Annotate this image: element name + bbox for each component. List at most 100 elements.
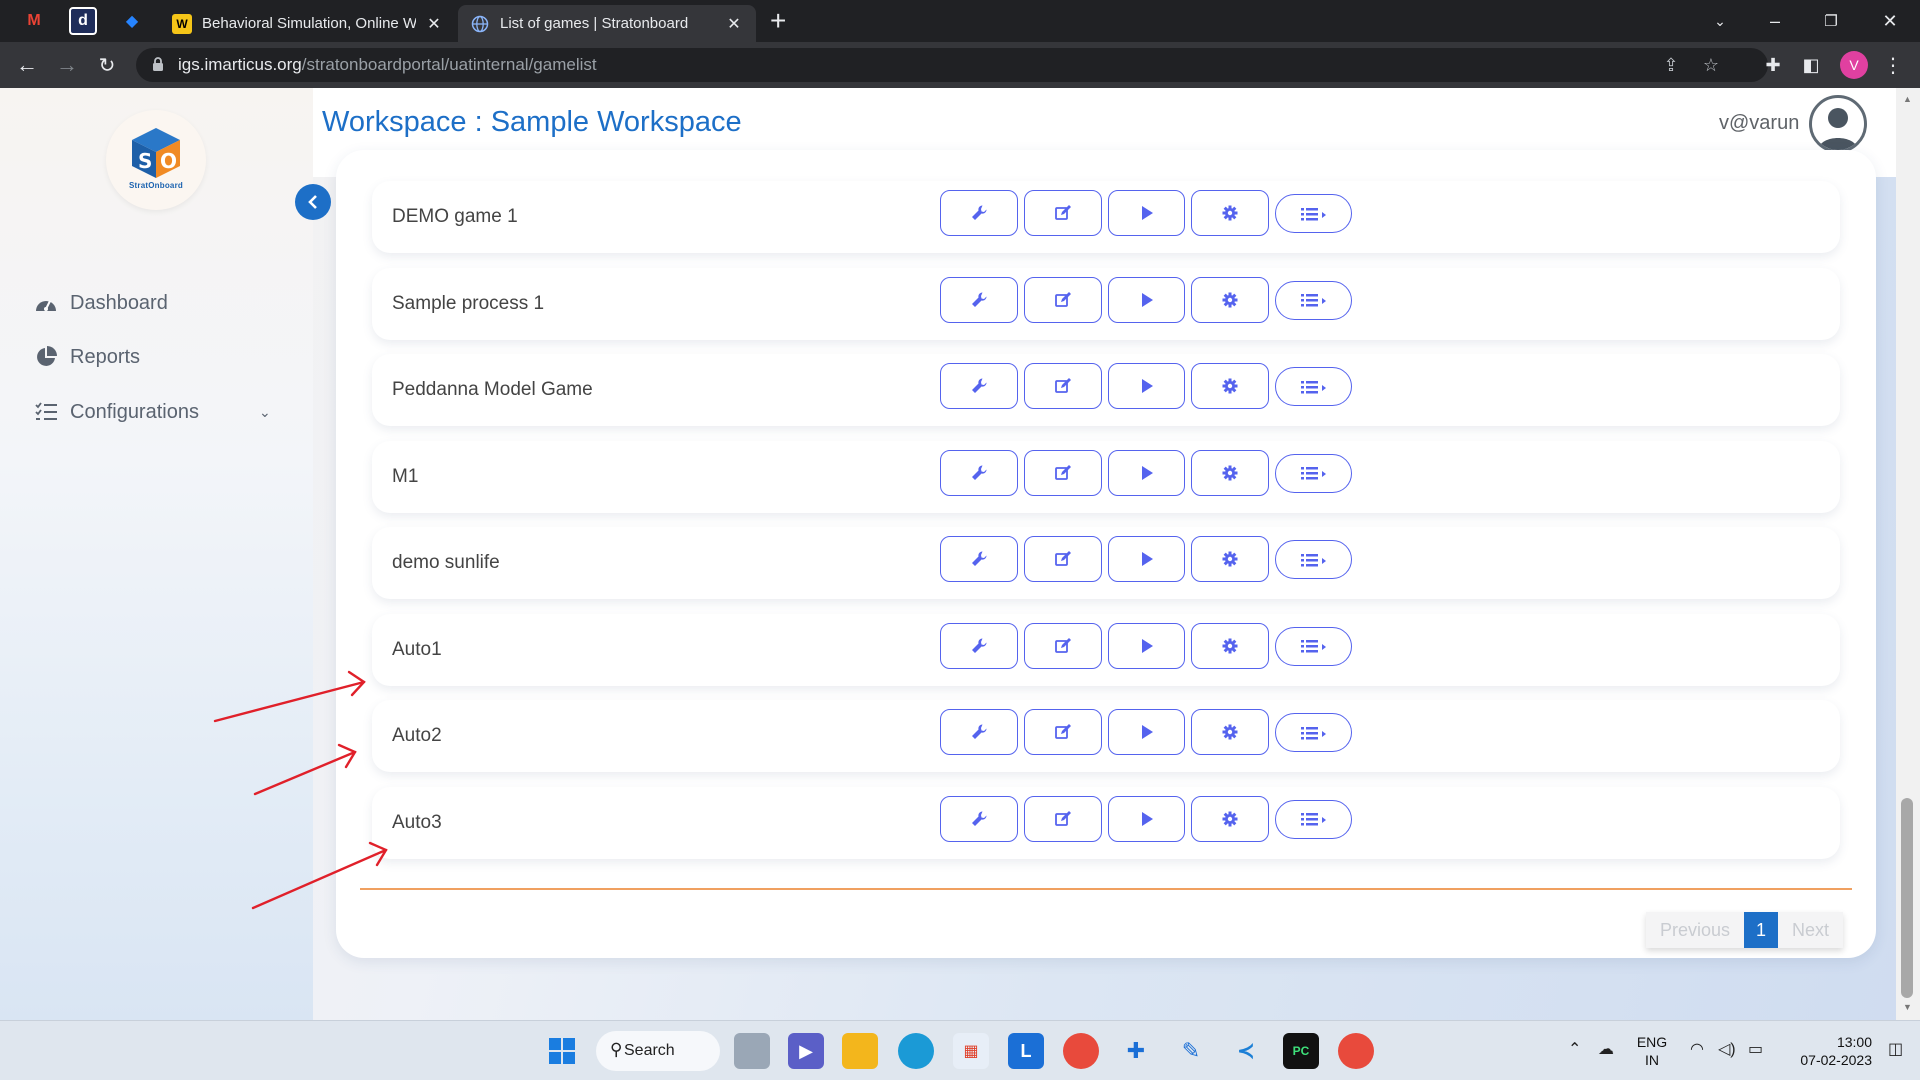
game-settings-button[interactable] (1191, 709, 1269, 755)
play-game-button[interactable] (1108, 709, 1185, 755)
game-options-dropdown[interactable] (1275, 194, 1352, 233)
configure-game-button[interactable] (940, 795, 1018, 842)
game-options-dropdown[interactable] (1275, 280, 1352, 320)
address-bar[interactable]: igs.imarticus.org/stratonboardportal/uat… (136, 48, 1768, 82)
game-options-dropdown[interactable] (1275, 799, 1352, 839)
scroll-up-icon[interactable]: ▲ (1903, 94, 1912, 104)
language-indicator[interactable]: ENG IN (1636, 1033, 1668, 1069)
taskbar-search[interactable]: ⚲ Search (596, 1031, 720, 1071)
edit-game-button[interactable] (1024, 622, 1102, 669)
tab-behavioral-simulation[interactable]: W Behavioral Simulation, Online Wh ✕ (160, 5, 456, 42)
game-options-dropdown[interactable] (1275, 713, 1352, 752)
play-game-button[interactable] (1108, 536, 1185, 582)
close-window-button[interactable]: ✕ (1862, 0, 1918, 42)
game-settings-button[interactable] (1191, 449, 1269, 496)
game-options-dropdown[interactable] (1275, 453, 1352, 493)
edit-game-button[interactable] (1024, 190, 1102, 236)
minimize-button[interactable]: – (1747, 0, 1803, 42)
scroll-down-icon[interactable]: ▼ (1903, 1002, 1912, 1012)
page-scrollbar[interactable]: ▲ ▼ (1896, 88, 1920, 1020)
extensions-icon[interactable]: ✚ (1758, 50, 1788, 80)
onedrive-icon[interactable]: ☁ (1598, 1039, 1614, 1059)
back-button[interactable]: ← (12, 50, 42, 80)
windows-start-icon[interactable] (544, 1033, 580, 1069)
play-game-button[interactable] (1108, 363, 1185, 409)
sidebar-item-configurations[interactable]: Configurations ⌄ (34, 397, 284, 427)
configure-game-button[interactable] (940, 276, 1018, 323)
game-settings-button[interactable] (1191, 622, 1269, 669)
system-clock[interactable]: 13:00 07-02-2023 (1780, 1033, 1872, 1069)
edit-game-button[interactable] (1024, 449, 1102, 496)
scrollbar-thumb[interactable] (1901, 798, 1913, 998)
close-tab-icon[interactable]: ✕ (724, 14, 744, 34)
l-app-icon[interactable]: L (1008, 1033, 1044, 1069)
restore-button[interactable]: ❐ (1803, 0, 1859, 42)
d-icon[interactable]: d (69, 7, 97, 35)
edge-icon[interactable] (898, 1033, 934, 1069)
avatar[interactable] (1809, 95, 1867, 153)
play-game-button[interactable] (1108, 449, 1185, 496)
edit-game-button[interactable] (1024, 363, 1102, 409)
tab-search-icon[interactable]: ⌄ (1692, 0, 1748, 42)
gmail-icon[interactable]: M (20, 7, 48, 35)
configure-game-button[interactable] (940, 363, 1018, 409)
game-options-dropdown[interactable] (1275, 540, 1352, 579)
configure-game-button[interactable] (940, 449, 1018, 496)
edit-game-button[interactable] (1024, 536, 1102, 582)
play-game-button[interactable] (1108, 622, 1185, 669)
play-game-button[interactable] (1108, 190, 1185, 236)
document-app-icon[interactable]: ✎ (1173, 1033, 1209, 1069)
battery-icon[interactable]: ▭ (1748, 1039, 1763, 1059)
game-settings-button[interactable] (1191, 795, 1269, 842)
sidebar-item-reports[interactable]: Reports (34, 342, 140, 372)
profile-avatar[interactable]: V (1840, 51, 1868, 79)
game-settings-button[interactable] (1191, 190, 1269, 236)
chrome-icon[interactable] (1063, 1033, 1099, 1069)
volume-icon[interactable]: ◁) (1718, 1039, 1736, 1059)
edit-game-button[interactable] (1024, 709, 1102, 755)
pycharm-icon[interactable]: PC (1283, 1033, 1319, 1069)
more-menu-icon[interactable]: ⋮ (1878, 50, 1908, 80)
sidebar-collapse-button[interactable] (295, 184, 331, 220)
side-panel-icon[interactable]: ◧ (1796, 50, 1826, 80)
game-settings-button[interactable] (1191, 536, 1269, 582)
app-logo[interactable]: S O StratOnboard (106, 110, 206, 210)
edit-game-button[interactable] (1024, 795, 1102, 842)
file-explorer-icon[interactable] (842, 1033, 878, 1069)
tab-list-of-games[interactable]: List of games | Stratonboard ✕ (458, 5, 756, 42)
page-1-button[interactable]: 1 (1744, 912, 1779, 948)
app-plus-icon[interactable]: ✚ (1118, 1033, 1154, 1069)
play-game-button[interactable] (1108, 795, 1185, 842)
reload-button[interactable]: ↻ (92, 50, 122, 80)
configure-game-button[interactable] (940, 709, 1018, 755)
teams-chat-icon[interactable]: ▶ (788, 1033, 824, 1069)
forward-button[interactable]: → (52, 50, 82, 80)
close-tab-icon[interactable]: ✕ (424, 14, 444, 34)
configure-game-button[interactable] (940, 190, 1018, 236)
configure-game-button[interactable] (940, 536, 1018, 582)
jira-icon[interactable]: ◆ (118, 7, 146, 35)
game-settings-button[interactable] (1191, 363, 1269, 409)
chevron-up-icon[interactable]: ⌃ (1568, 1039, 1581, 1059)
game-options-dropdown[interactable] (1275, 626, 1352, 666)
username-label[interactable]: v@varun (1719, 112, 1799, 135)
pie-chart-icon (34, 345, 58, 369)
chrome-profile-icon[interactable] (1338, 1033, 1374, 1069)
notifications-icon[interactable]: ◫ (1888, 1039, 1903, 1059)
play-game-button[interactable] (1108, 276, 1185, 323)
game-settings-button[interactable] (1191, 276, 1269, 323)
next-page-button[interactable]: Next (1778, 912, 1844, 948)
task-view-icon[interactable] (734, 1033, 770, 1069)
vscode-icon[interactable]: ≺ (1228, 1033, 1264, 1069)
store-icon[interactable]: ▦ (953, 1033, 989, 1069)
configure-game-button[interactable] (940, 622, 1018, 669)
bookmark-star-icon[interactable]: ☆ (1698, 52, 1724, 78)
wifi-icon[interactable]: ◠ (1690, 1039, 1704, 1059)
edit-game-button[interactable] (1024, 276, 1102, 323)
new-tab-button[interactable]: + (770, 6, 786, 36)
share-icon[interactable]: ⇪ (1658, 52, 1684, 78)
chevron-down-icon[interactable]: ⌄ (259, 404, 271, 421)
sidebar-item-dashboard[interactable]: Dashboard (34, 288, 168, 318)
previous-page-button[interactable]: Previous (1646, 912, 1745, 948)
game-options-dropdown[interactable] (1275, 367, 1352, 406)
